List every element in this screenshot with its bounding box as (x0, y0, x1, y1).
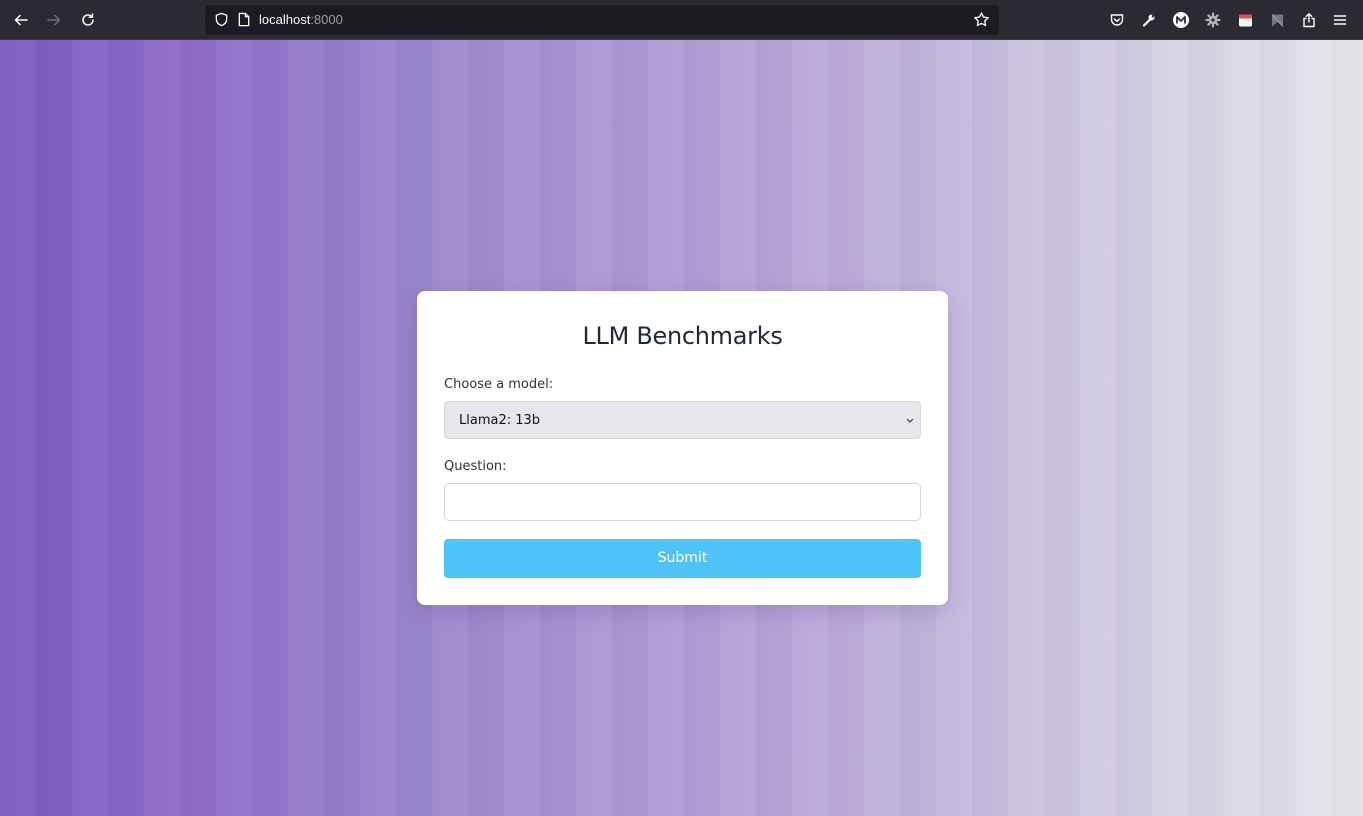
model-label: Choose a model: (444, 377, 554, 392)
question-input[interactable] (444, 483, 921, 521)
calendar-extension-icon[interactable] (1235, 10, 1255, 30)
menu-icon[interactable] (1330, 10, 1350, 30)
question-label: Question: (444, 459, 507, 474)
forward-arrow-icon (47, 14, 61, 26)
benchmark-form-card: LLM Benchmarks Choose a model: Llama2: 1… (417, 291, 948, 605)
url-host: localhost (259, 12, 311, 27)
submit-button[interactable]: Submit (444, 539, 921, 578)
page-viewport: LLM Benchmarks Choose a model: Llama2: 1… (0, 40, 1363, 816)
pocket-icon[interactable] (1107, 10, 1127, 30)
chevron-down-icon (906, 418, 914, 423)
url-text: localhost:8000 (259, 12, 343, 28)
back-arrow-icon (14, 14, 28, 26)
url-port: :8000 (310, 12, 343, 27)
model-select-value: Llama2: 13b (459, 413, 541, 428)
reload-icon (82, 13, 94, 26)
model-select[interactable]: Llama2: 13b (444, 401, 921, 439)
forward-button[interactable] (42, 8, 66, 32)
wrench-icon[interactable] (1139, 10, 1159, 30)
reload-button[interactable] (76, 8, 100, 32)
shield-icon (215, 12, 228, 27)
flag-extension-icon[interactable] (1267, 10, 1287, 30)
page-title: LLM Benchmarks (582, 322, 783, 350)
bookmark-star-icon[interactable] (973, 11, 990, 28)
m-extension-icon[interactable] (1171, 10, 1191, 30)
share-icon[interactable] (1299, 10, 1319, 30)
page-icon (238, 12, 250, 27)
address-bar[interactable]: localhost:8000 (205, 5, 999, 35)
browser-toolbar: localhost:8000 (0, 0, 1363, 40)
gear-extension-icon[interactable] (1203, 10, 1223, 30)
back-button[interactable] (9, 8, 33, 32)
